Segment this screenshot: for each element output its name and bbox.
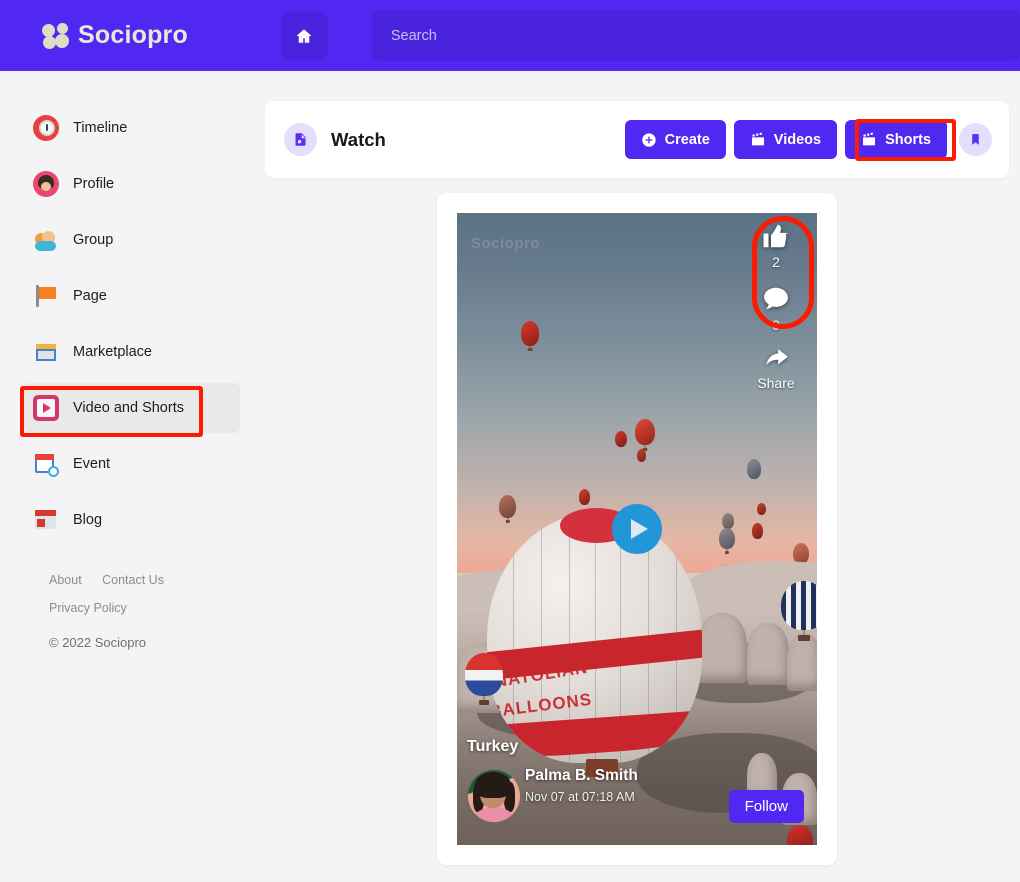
sidebar-item-group[interactable]: Group (24, 215, 240, 265)
follow-button[interactable]: Follow (729, 790, 804, 823)
sidebar-item-page[interactable]: Page (24, 271, 240, 321)
comment-button[interactable]: 0 (761, 284, 791, 333)
home-icon (295, 27, 313, 45)
plus-circle-icon (641, 132, 657, 148)
create-button-label: Create (665, 132, 710, 148)
footer-links-row-2: Privacy Policy (49, 599, 264, 617)
home-button[interactable] (281, 12, 328, 60)
videos-button-label: Videos (774, 132, 821, 148)
video-card: ANATOLIAN BALLOONS Sociopro 2 (437, 193, 837, 865)
rock-formation (697, 613, 747, 683)
balloon-small (521, 321, 539, 351)
sidebar-item-label: Blog (73, 512, 102, 528)
balloon-small (719, 528, 735, 554)
group-icon (33, 227, 59, 253)
video-author-name[interactable]: Palma B. Smith (525, 767, 638, 785)
page-title: Watch (331, 129, 386, 151)
shorts-button[interactable]: Shorts (845, 120, 947, 159)
balloon-remax (465, 653, 503, 705)
share-icon (761, 347, 791, 373)
watch-actions: Create Videos Shorts (617, 120, 992, 159)
sidebar-item-blog[interactable]: Blog (24, 495, 240, 545)
brand-name: Sociopro (78, 21, 188, 50)
sidebar-item-label: Timeline (73, 120, 127, 136)
marketplace-icon (33, 339, 59, 365)
sidebar-nav: Timeline Profile Group Page Marketplace … (0, 71, 264, 545)
event-icon (33, 451, 59, 477)
footer-links-row-1: About Contact Us (49, 571, 264, 589)
copyright-text: © 2022 Sociopro (49, 635, 264, 650)
balloon-small (752, 523, 763, 542)
sidebar-item-timeline[interactable]: Timeline (24, 103, 240, 153)
balloon-small (757, 503, 766, 518)
search-input[interactable] (372, 10, 1020, 61)
sidebar-item-label: Page (73, 288, 107, 304)
rock-formation (787, 633, 817, 691)
thumbs-up-icon (761, 221, 791, 251)
share-button[interactable]: Share (757, 347, 794, 391)
videos-button[interactable]: Videos (734, 120, 837, 159)
sociopro-logo-icon (42, 23, 70, 49)
profile-icon (33, 171, 59, 197)
watch-header-card: Watch Create Videos Shorts (265, 101, 1009, 178)
balloon-striped (781, 581, 817, 641)
sidebar: Timeline Profile Group Page Marketplace … (0, 71, 264, 882)
comment-icon (761, 284, 791, 314)
clapperboard-icon (750, 132, 766, 148)
sidebar-footer-links: About Contact Us Privacy Policy (49, 571, 264, 617)
balloon-small (615, 431, 627, 451)
video-file-icon (284, 123, 317, 156)
balloon-small (637, 449, 646, 465)
brand-logo[interactable]: Sociopro (42, 21, 259, 50)
video-location: Turkey (467, 738, 518, 756)
play-button[interactable] (612, 504, 662, 554)
video-watermark: Sociopro (471, 235, 540, 252)
video-icon (33, 395, 59, 421)
video-action-rail: 2 0 Share (747, 221, 805, 405)
play-icon (631, 519, 648, 539)
sidebar-item-profile[interactable]: Profile (24, 159, 240, 209)
blog-icon (33, 507, 59, 533)
shorts-button-label: Shorts (885, 132, 931, 148)
sidebar-item-label: Group (73, 232, 113, 248)
bookmark-button[interactable] (959, 123, 992, 156)
sidebar-item-video-and-shorts[interactable]: Video and Shorts (24, 383, 240, 433)
about-link[interactable]: About (49, 573, 82, 587)
sidebar-item-marketplace[interactable]: Marketplace (24, 327, 240, 377)
timeline-icon (33, 115, 59, 141)
video-player[interactable]: ANATOLIAN BALLOONS Sociopro 2 (457, 213, 817, 845)
clapperboard-icon (861, 132, 877, 148)
video-timestamp: Nov 07 at 07:18 AM (525, 790, 635, 804)
video-meta-overlay: Turkey Palma B. Smith Nov 07 at 07:18 AM… (457, 715, 817, 845)
balloon-small (747, 459, 761, 483)
bookmark-icon (969, 132, 982, 147)
comment-count: 0 (772, 317, 780, 333)
balloon-small (635, 419, 655, 451)
top-bar: Sociopro (0, 0, 1020, 71)
create-button[interactable]: Create (625, 120, 726, 159)
privacy-policy-link[interactable]: Privacy Policy (49, 601, 127, 615)
like-button[interactable]: 2 (761, 221, 791, 270)
avatar[interactable] (468, 770, 520, 822)
sidebar-item-event[interactable]: Event (24, 439, 240, 489)
search-box[interactable] (372, 10, 1020, 61)
sidebar-item-label: Event (73, 456, 110, 472)
like-count: 2 (772, 254, 780, 270)
sidebar-item-label: Profile (73, 176, 114, 192)
contact-us-link[interactable]: Contact Us (102, 573, 164, 587)
share-label: Share (757, 375, 794, 391)
page-icon (33, 283, 59, 309)
sidebar-item-label: Marketplace (73, 344, 152, 360)
sidebar-item-label: Video and Shorts (73, 400, 184, 416)
balloon-small (579, 489, 590, 508)
